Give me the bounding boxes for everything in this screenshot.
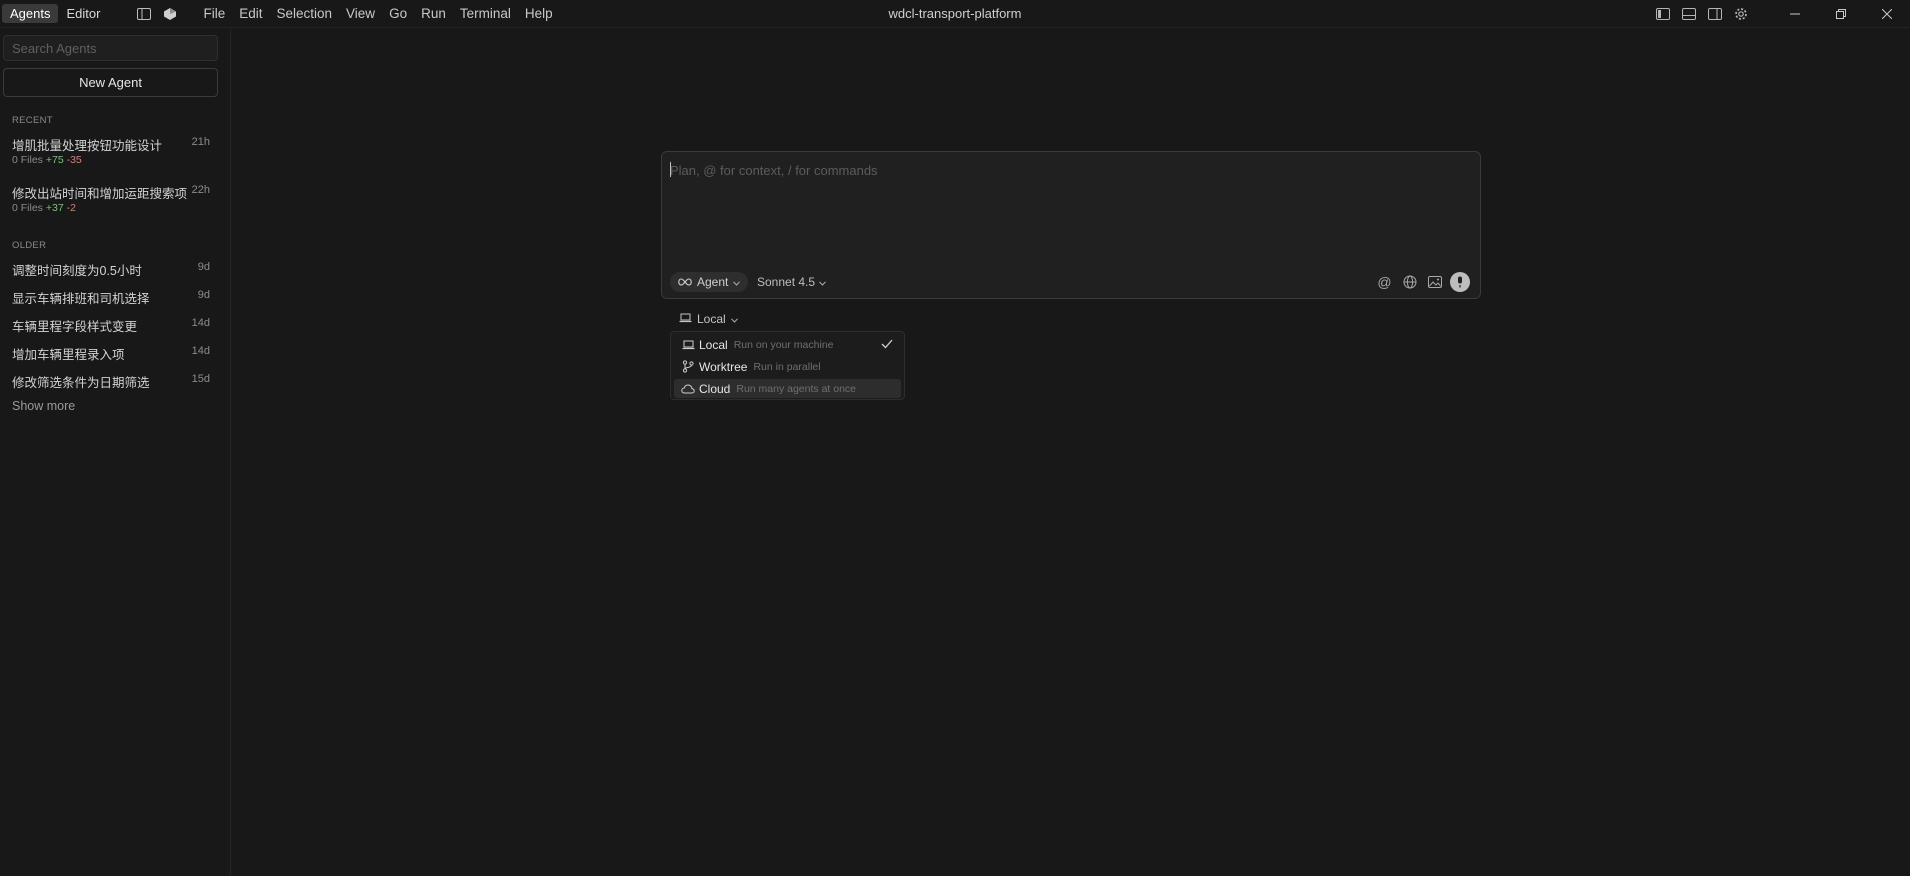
agent-title: 修改出站时间和增加运距搜索项 — [12, 187, 188, 201]
env-option-label: Local — [699, 337, 728, 352]
recent-agent-item[interactable]: 修改出站时间和增加运距搜索项 22h 0 Files +37 -2 — [0, 177, 230, 219]
agent-time: 9d — [197, 289, 210, 301]
agent-time: 9d — [197, 261, 210, 273]
agent-time: 22h — [191, 184, 210, 196]
agents-sidebar: New Agent RECENT 增肌批量处理按钮功能设计 21h 0 File… — [0, 29, 231, 876]
environment-dropdown: Local Run on your machine Worktree Run i… — [670, 331, 905, 400]
at-icon[interactable]: @ — [1375, 271, 1394, 292]
minimize-icon[interactable] — [1772, 0, 1818, 28]
toggle-panel-icon[interactable] — [1676, 0, 1702, 28]
settings-gear-icon[interactable] — [1728, 0, 1754, 28]
env-option-label: Cloud — [699, 381, 731, 396]
mode-switch: Agents Editor — [2, 4, 108, 23]
env-option-label: Worktree — [699, 359, 748, 374]
agent-time: 14d — [191, 317, 210, 329]
check-icon — [881, 337, 893, 352]
environment-select[interactable]: Local — [679, 309, 738, 329]
branch-icon — [681, 360, 695, 374]
agent-files: 0 Files — [12, 202, 43, 214]
close-icon[interactable] — [1864, 0, 1910, 28]
menu-bar: File Edit Selection View Go Run Terminal… — [196, 0, 559, 28]
toggle-left-panel-icon[interactable] — [1650, 0, 1676, 28]
agent-additions: +75 — [45, 154, 64, 166]
toggle-right-panel-icon[interactable] — [1702, 0, 1728, 28]
env-option-cloud[interactable]: Cloud Run many agents at once — [674, 379, 901, 398]
env-option-local[interactable]: Local Run on your machine — [674, 335, 901, 354]
recent-section-label: RECENT — [12, 115, 53, 126]
agent-meta: 0 Files +75 -35 — [12, 154, 82, 166]
chevron-down-icon — [733, 275, 741, 289]
infinity-icon — [678, 275, 692, 289]
globe-icon[interactable] — [1400, 271, 1419, 292]
agent-additions: +37 — [45, 202, 64, 214]
microphone-icon[interactable] — [1450, 271, 1470, 292]
menu-selection[interactable]: Selection — [269, 0, 339, 28]
new-agent-button[interactable]: New Agent — [3, 68, 218, 97]
agent-files: 0 Files — [12, 154, 43, 166]
agent-title: 增肌批量处理按钮功能设计 — [12, 139, 163, 153]
agent-deletions: -2 — [66, 202, 76, 214]
model-select[interactable]: Sonnet 4.5 — [757, 272, 826, 292]
agent-deletions: -35 — [66, 154, 82, 166]
agent-title: 显示车辆排班和司机选择 — [12, 292, 150, 306]
laptop-icon — [679, 312, 692, 326]
model-label: Sonnet 4.5 — [757, 275, 816, 289]
recent-agent-item[interactable]: 增肌批量处理按钮功能设计 21h 0 Files +75 -35 — [0, 129, 230, 171]
cloud-icon — [681, 382, 695, 396]
menu-help[interactable]: Help — [518, 0, 560, 28]
chevron-down-icon — [819, 275, 826, 289]
agent-title: 修改筛选条件为日期筛选 — [12, 376, 150, 390]
agent-mode-select[interactable]: Agent — [670, 272, 749, 292]
older-agent-item[interactable]: 车辆里程字段样式变更 14d — [0, 312, 230, 336]
search-agents-input[interactable] — [3, 35, 218, 61]
agent-time: 14d — [191, 345, 210, 357]
prompt-input[interactable] — [670, 160, 1450, 180]
image-icon[interactable] — [1425, 271, 1444, 292]
mode-tab-agents[interactable]: Agents — [2, 4, 59, 23]
menu-edit[interactable]: Edit — [232, 0, 269, 28]
agent-meta: 0 Files +37 -2 — [12, 202, 76, 214]
mode-tab-editor[interactable]: Editor — [58, 4, 108, 23]
older-agent-item[interactable]: 调整时间刻度为0.5小时 9d — [0, 256, 230, 280]
agent-time: 15d — [191, 373, 210, 385]
older-section-label: OLDER — [12, 240, 47, 251]
environment-label: Local — [697, 312, 726, 326]
menu-terminal[interactable]: Terminal — [453, 0, 518, 28]
menu-view[interactable]: View — [339, 0, 382, 28]
env-option-desc: Run many agents at once — [736, 382, 857, 395]
menu-file[interactable]: File — [196, 0, 232, 28]
menu-run[interactable]: Run — [414, 0, 453, 28]
agent-title: 调整时间刻度为0.5小时 — [12, 264, 142, 278]
env-option-desc: Run in parallel — [753, 360, 821, 373]
show-more-link[interactable]: Show more — [12, 399, 75, 413]
chevron-down-icon — [730, 312, 738, 326]
toggle-sidebar-icon[interactable] — [136, 6, 152, 22]
agent-composer: Agent Sonnet 4.5 @ — [661, 151, 1481, 299]
older-agent-item[interactable]: 修改筛选条件为日期筛选 15d — [0, 368, 230, 392]
agent-title: 增加车辆里程录入项 — [12, 348, 125, 362]
agent-title: 车辆里程字段样式变更 — [12, 320, 138, 334]
env-option-desc: Run on your machine — [733, 338, 834, 351]
app-logo-icon — [162, 6, 178, 22]
agent-time: 21h — [191, 136, 210, 148]
env-option-worktree[interactable]: Worktree Run in parallel — [674, 357, 901, 376]
restore-icon[interactable] — [1818, 0, 1864, 28]
menu-go[interactable]: Go — [382, 0, 414, 28]
agent-mode-label: Agent — [697, 275, 729, 289]
older-agent-item[interactable]: 增加车辆里程录入项 14d — [0, 340, 230, 364]
older-agent-item[interactable]: 显示车辆排班和司机选择 9d — [0, 284, 230, 308]
laptop-icon — [681, 338, 695, 352]
title-bar: Agents Editor File Edit Selection View G… — [0, 0, 1910, 28]
